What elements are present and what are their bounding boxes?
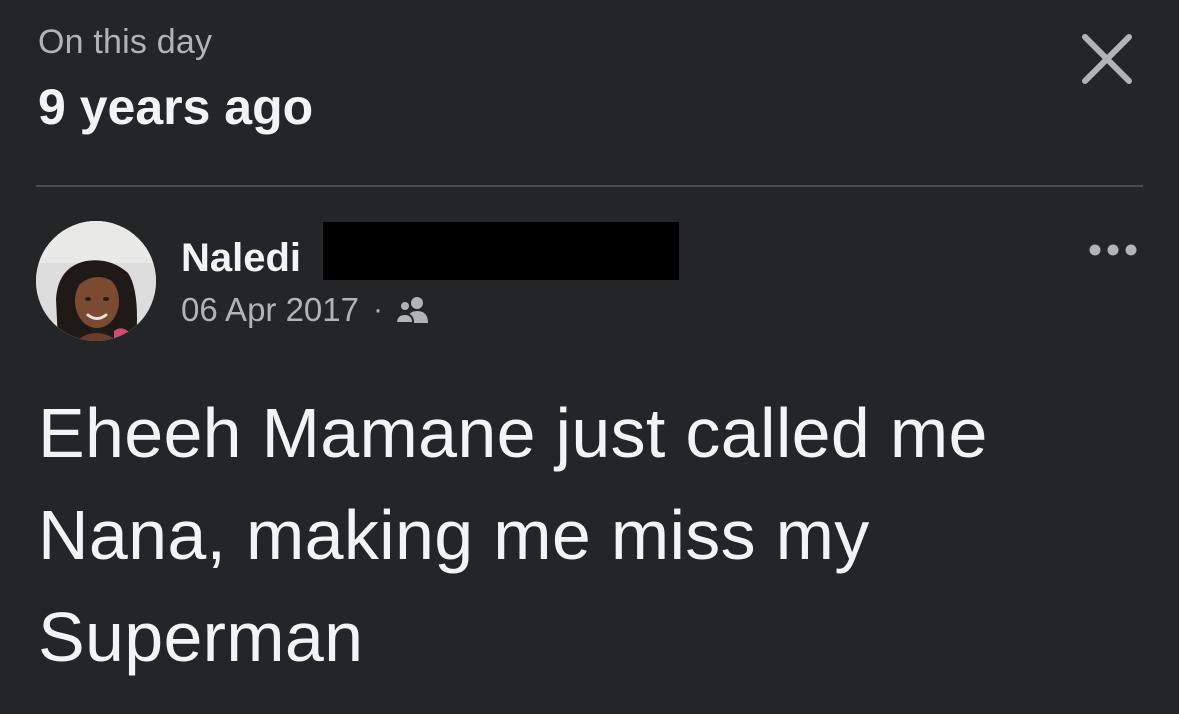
close-icon [1082,34,1132,84]
memory-title: 9 years ago [38,79,314,135]
post-meta: 06 Apr 2017 · [181,288,431,332]
profile-photo [36,221,156,341]
close-button[interactable] [1076,28,1138,90]
memory-kicker: On this day [38,23,213,61]
post-date[interactable]: 06 Apr 2017 [181,288,359,332]
author-avatar[interactable] [36,221,156,341]
friends-icon[interactable] [395,295,431,325]
more-options-button[interactable] [1084,232,1142,268]
header-divider [36,185,1143,187]
post-text: Eheeh Mamane just called me Nana, making… [38,394,1008,676]
redaction-bar [323,222,679,280]
more-options-icon [1089,244,1137,256]
meta-separator: · [373,293,383,326]
author-name[interactable]: Naledi [181,234,301,282]
